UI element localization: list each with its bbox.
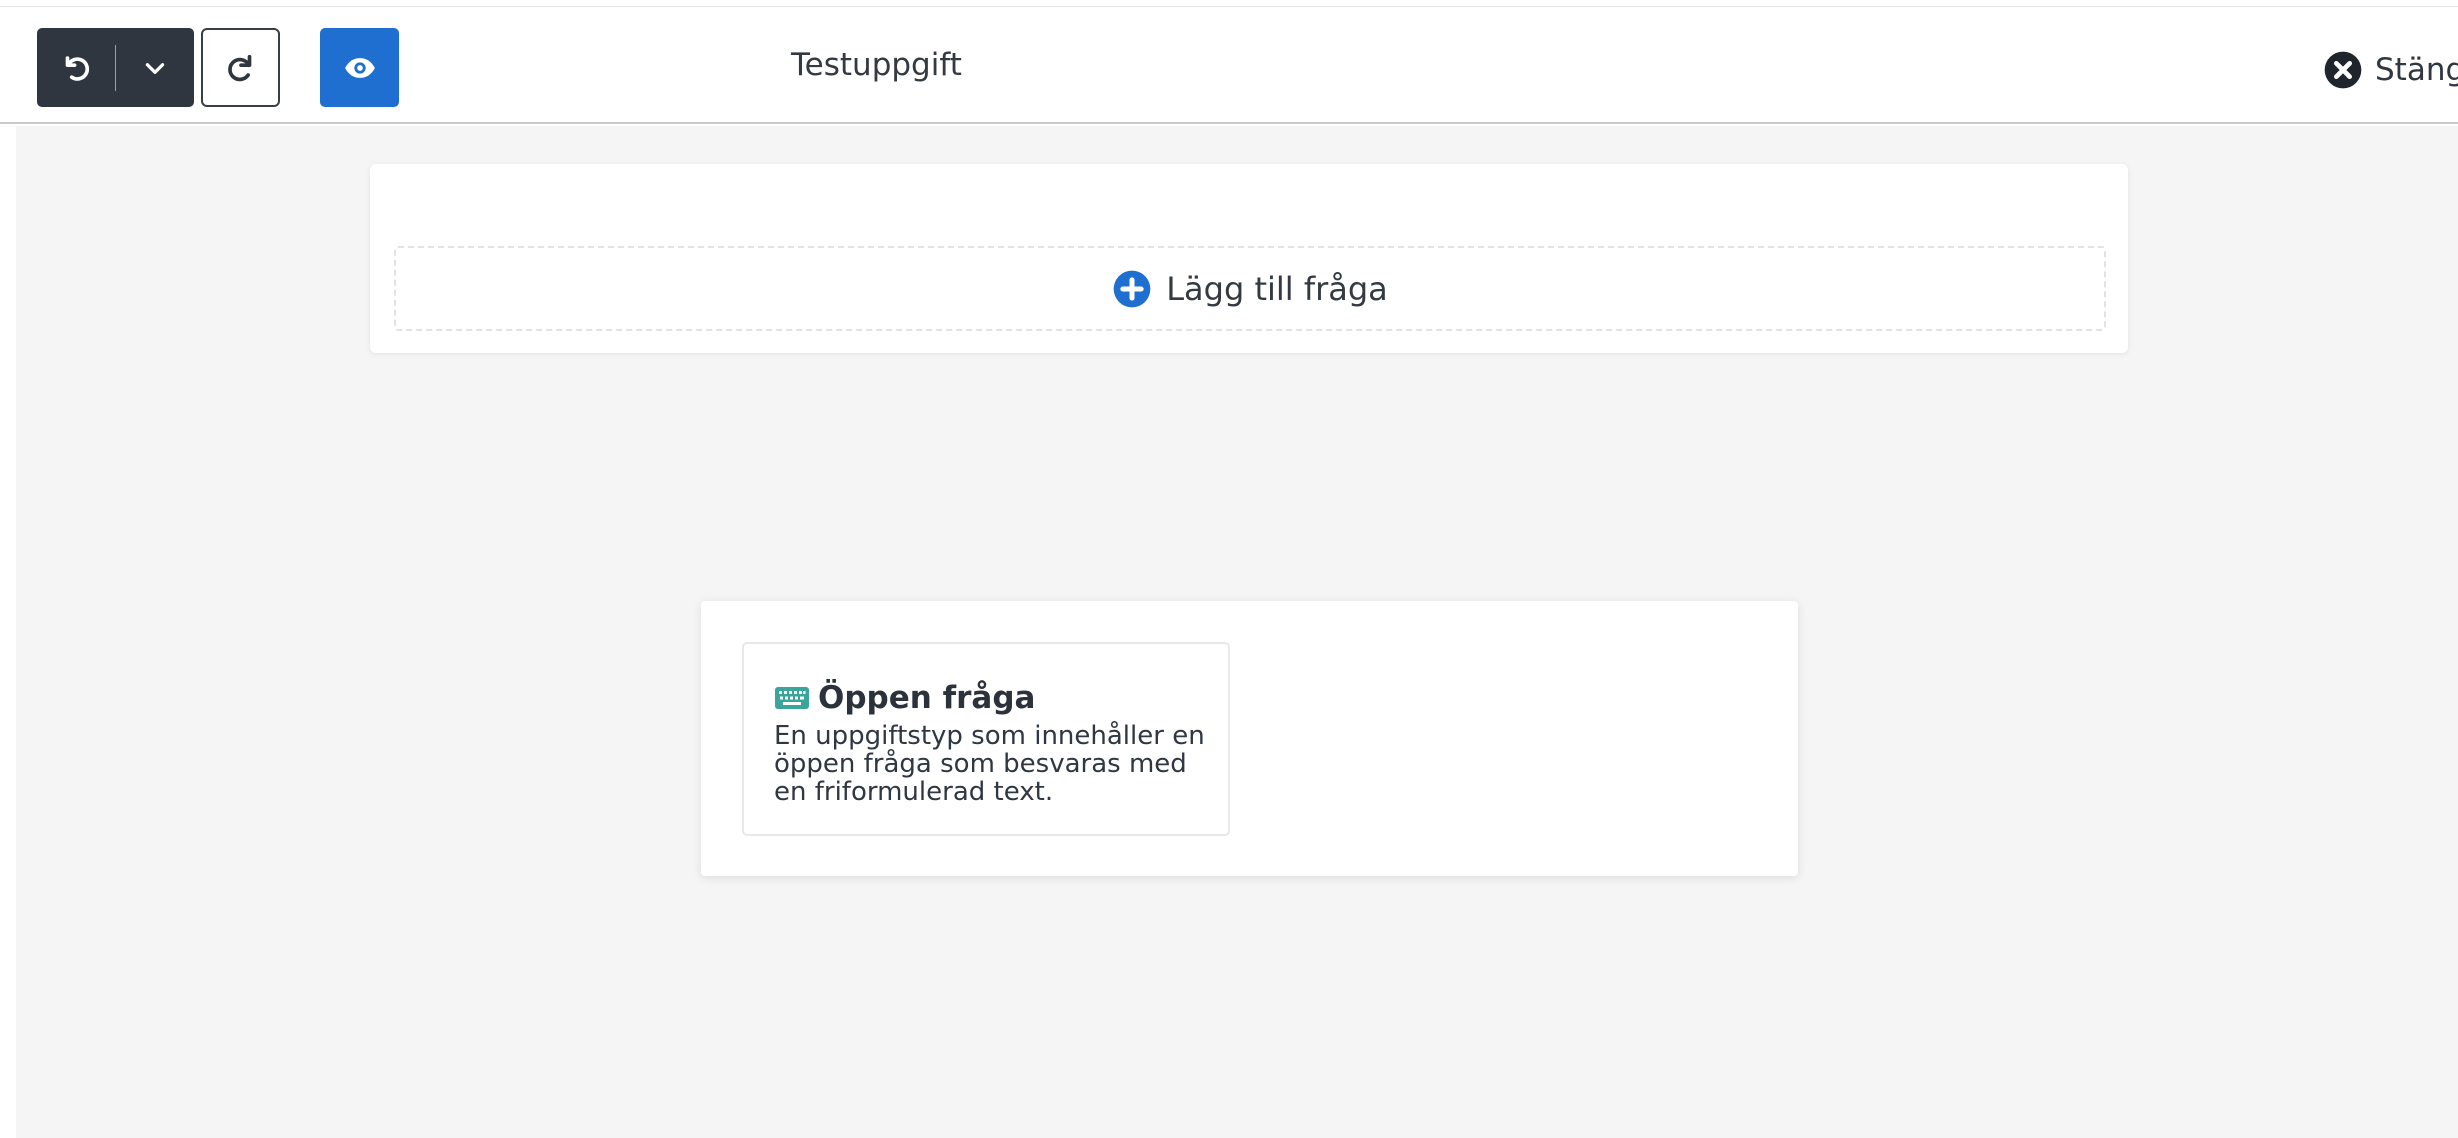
document-title: Testuppgift <box>791 47 962 83</box>
undo-history-dropdown[interactable] <box>116 28 194 107</box>
chevron-down-icon <box>146 62 165 74</box>
question-type-card-open-question[interactable]: Öppen fråga En uppgiftstyp som innehålle… <box>742 642 1230 836</box>
undo-button[interactable] <box>37 28 115 107</box>
keyboard-icon <box>775 687 809 709</box>
close-label: Stäng <box>2375 52 2458 88</box>
top-toolbar: Testuppgift Stäng <box>0 6 2458 124</box>
undo-button-group <box>37 28 194 107</box>
add-question-button[interactable]: Lägg till fråga <box>394 246 2106 331</box>
preview-button[interactable] <box>320 28 399 107</box>
eye-icon <box>344 57 375 78</box>
redo-button[interactable] <box>201 28 280 107</box>
close-button[interactable]: Stäng <box>2323 50 2458 90</box>
plus-circle-icon <box>1113 270 1151 307</box>
question-type-description: En uppgiftstyp som innehåller en öppen f… <box>774 721 1205 807</box>
question-type-header: Öppen fråga <box>774 680 1035 716</box>
undo-icon <box>65 55 89 81</box>
close-circle-icon <box>2324 51 2362 89</box>
redo-icon <box>227 54 251 81</box>
question-type-title: Öppen fråga <box>818 680 1036 716</box>
add-question-label: Lägg till fråga <box>1166 269 1388 308</box>
